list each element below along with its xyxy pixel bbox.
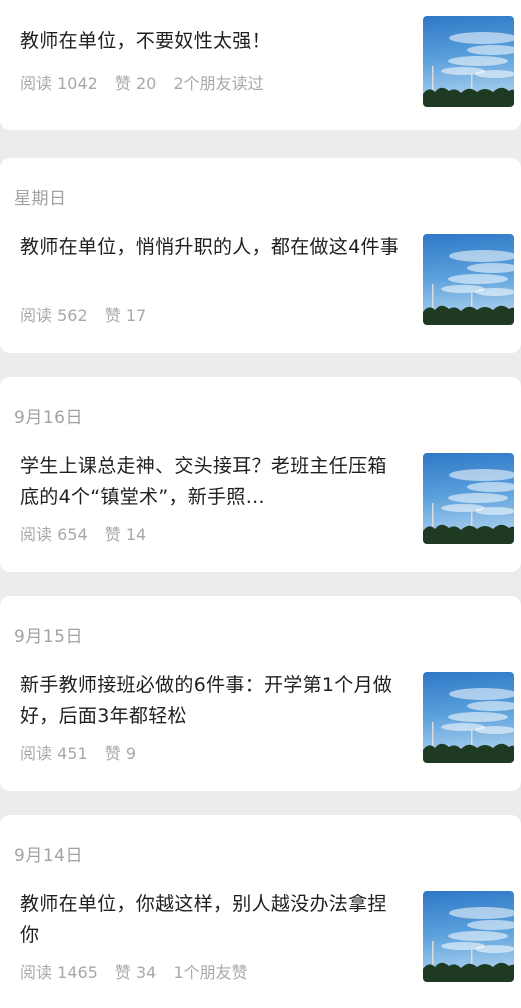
article-card[interactable]: 9月14日 教师在单位，你越这样，别人越没办法拿捏你 阅读 1465 赞 34 … xyxy=(0,815,521,1008)
cloud-shape xyxy=(467,701,514,711)
like-count: 赞 14 xyxy=(104,525,147,544)
article-stats: 阅读 1465 赞 34 1个朋友赞 xyxy=(20,959,248,983)
read-count: 阅读 451 xyxy=(20,744,88,763)
cloud-shape xyxy=(448,931,508,941)
publish-date: 9月15日 xyxy=(14,627,83,647)
cloud-shape xyxy=(467,45,514,55)
cloud-shape xyxy=(475,288,514,296)
article-title[interactable]: 教师在单位，你越这样，别人越没办法拿捏你 xyxy=(20,889,404,951)
treeline-shape xyxy=(423,743,514,763)
article-title[interactable]: 教师在单位，悄悄升职的人，都在做这4件事 xyxy=(20,232,404,263)
article-title[interactable]: 教师在单位，不要奴性太强！ xyxy=(20,26,404,57)
article-card[interactable]: 星期日 教师在单位，悄悄升职的人，都在做这4件事 阅读 562 赞 17 xyxy=(0,158,521,353)
publish-date: 9月16日 xyxy=(14,408,83,428)
like-count: 赞 9 xyxy=(104,744,137,763)
treeline-shape xyxy=(423,962,514,982)
cloud-shape xyxy=(475,945,514,953)
cloud-shape xyxy=(448,274,508,284)
publish-date: 星期日 xyxy=(14,189,67,209)
article-thumbnail[interactable] xyxy=(423,672,514,763)
treeline-shape xyxy=(423,524,514,544)
article-card[interactable]: 9月15日 新手教师接班必做的6件事：开学第1个月做好，后面3年都轻松 阅读 4… xyxy=(0,596,521,791)
cloud-shape xyxy=(449,907,514,919)
article-stats: 阅读 654 赞 14 xyxy=(20,521,146,545)
cloud-shape xyxy=(467,263,514,273)
read-count: 阅读 654 xyxy=(20,525,88,544)
article-card[interactable]: 9月16日 学生上课总走神、交头接耳？老班主任压箱底的4个“镇堂术”，新手照… … xyxy=(0,377,521,572)
article-title[interactable]: 学生上课总走神、交头接耳？老班主任压箱底的4个“镇堂术”，新手照… xyxy=(20,451,404,513)
cloud-shape xyxy=(449,32,514,44)
friends-read-note: 2个朋友读过 xyxy=(173,74,264,93)
publish-date: 9月14日 xyxy=(14,846,83,866)
article-stats: 阅读 451 赞 9 xyxy=(20,740,136,764)
article-card[interactable]: 教师在单位，不要奴性太强！ 阅读 1042 赞 20 2个朋友读过 xyxy=(0,0,521,130)
article-thumbnail[interactable] xyxy=(423,453,514,544)
cloud-shape xyxy=(448,493,508,503)
sky-with-trees-image xyxy=(423,688,514,763)
cloud-shape xyxy=(475,507,514,515)
cloud-shape xyxy=(467,920,514,930)
sky-with-trees-image xyxy=(423,250,514,325)
cloud-shape xyxy=(449,469,514,481)
like-count: 赞 17 xyxy=(104,306,147,325)
like-count: 赞 34 xyxy=(114,963,157,982)
article-title[interactable]: 新手教师接班必做的6件事：开学第1个月做好，后面3年都轻松 xyxy=(20,670,404,732)
read-count: 阅读 1465 xyxy=(20,963,98,982)
article-stats: 阅读 562 赞 17 xyxy=(20,302,146,326)
cloud-shape xyxy=(467,482,514,492)
cloud-shape xyxy=(449,250,514,262)
article-thumbnail[interactable] xyxy=(423,234,514,325)
like-count: 赞 20 xyxy=(114,74,157,93)
treeline-shape xyxy=(423,87,514,107)
sky-with-trees-image xyxy=(423,469,514,544)
cloud-shape xyxy=(475,70,514,78)
article-feed: 教师在单位，不要奴性太强！ 阅读 1042 赞 20 2个朋友读过 星期日 教师… xyxy=(0,0,521,1008)
cloud-shape xyxy=(448,56,508,66)
sky-with-trees-image xyxy=(423,32,514,107)
cloud-shape xyxy=(448,712,508,722)
article-thumbnail[interactable] xyxy=(423,891,514,982)
treeline-shape xyxy=(423,305,514,325)
cloud-shape xyxy=(475,726,514,734)
read-count: 阅读 1042 xyxy=(20,74,98,93)
sky-with-trees-image xyxy=(423,907,514,982)
article-thumbnail[interactable] xyxy=(423,16,514,107)
friends-like-note: 1个朋友赞 xyxy=(173,963,248,982)
cloud-shape xyxy=(449,688,514,700)
read-count: 阅读 562 xyxy=(20,306,88,325)
article-stats: 阅读 1042 赞 20 2个朋友读过 xyxy=(20,70,264,94)
